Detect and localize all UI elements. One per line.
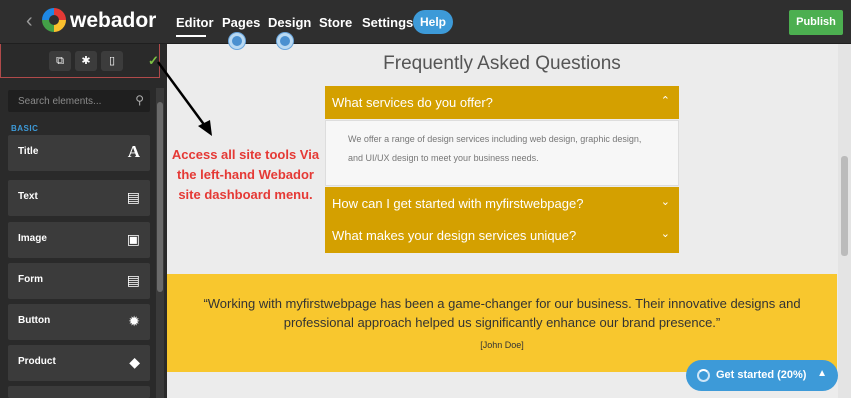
- brand-name: webador: [70, 9, 157, 32]
- arrow-annotation: [156, 61, 212, 136]
- element-image[interactable]: Image ▣: [8, 222, 150, 258]
- nav-editor[interactable]: Editor: [176, 15, 214, 31]
- section-label-basic: BASIC: [11, 124, 39, 133]
- element-next[interactable]: [8, 386, 150, 398]
- element-label: Form: [18, 274, 43, 285]
- get-started-button[interactable]: Get started (20%) ▲: [686, 360, 838, 391]
- chevron-left-icon[interactable]: ‹: [26, 9, 33, 33]
- element-label: Product: [18, 356, 56, 367]
- editor-window: ‹ webador Editor Pages Design Store Sett…: [0, 0, 851, 398]
- webador-logo: [42, 8, 66, 32]
- element-title[interactable]: Title A: [8, 135, 150, 171]
- element-label: Title: [18, 146, 39, 157]
- annotation-text: Access all site tools Via the left-hand …: [171, 147, 320, 202]
- element-label: Button: [18, 315, 51, 326]
- element-label: Text: [18, 191, 38, 202]
- button-icon: ✹: [128, 313, 140, 329]
- search-elements: ⚲: [8, 90, 150, 112]
- element-text[interactable]: Text ▤: [8, 180, 150, 216]
- tag-icon: ◆: [129, 354, 140, 370]
- image-icon: ▣: [126, 231, 140, 247]
- elements-sidebar: ⧉ ✱ ▯ ✓ ⚲ BASIC Title A Text ▤ Image ▣ F…: [0, 44, 167, 398]
- canvas-scrollbar[interactable]: [838, 44, 851, 398]
- element-product[interactable]: Product ◆: [8, 345, 150, 381]
- faq-question: What services do you offer?: [332, 95, 493, 110]
- element-form[interactable]: Form ▤: [8, 263, 150, 299]
- form-icon: ▤: [126, 272, 140, 288]
- element-button[interactable]: Button ✹: [8, 304, 150, 340]
- faq-item-1[interactable]: What services do you offer? ⌃: [325, 86, 679, 119]
- testimonial-section: “Working with myfirstwebpage has been a …: [167, 274, 837, 372]
- faq-question: What makes your design services unique?: [332, 228, 577, 243]
- caret-up-icon: ▲: [817, 368, 827, 379]
- chevron-down-icon: ⌄: [660, 228, 670, 240]
- faq-item-2[interactable]: How can I get started with myfirstwebpag…: [325, 187, 679, 219]
- faq-question: How can I get started with myfirstwebpag…: [332, 196, 584, 211]
- page-canvas: Frequently Asked Questions What services…: [167, 44, 837, 398]
- search-input[interactable]: [8, 90, 128, 112]
- element-label: Image: [18, 233, 47, 244]
- page-title: Frequently Asked Questions: [383, 53, 621, 74]
- get-started-label: Get started (20%): [716, 369, 807, 381]
- chevron-up-icon: ⌃: [660, 95, 670, 107]
- nav-settings[interactable]: Settings: [362, 15, 413, 31]
- nav-design[interactable]: Design: [268, 15, 311, 31]
- top-bar: ‹ webador Editor Pages Design Store Sett…: [0, 0, 851, 44]
- faq-item-3[interactable]: What makes your design services unique? …: [325, 219, 679, 253]
- testimonial-quote: “Working with myfirstwebpage has been a …: [203, 296, 801, 330]
- mobile-icon[interactable]: ▯: [101, 51, 123, 71]
- publish-button[interactable]: Publish: [789, 10, 843, 35]
- scroll-thumb[interactable]: [841, 156, 848, 256]
- nav-store[interactable]: Store: [319, 15, 352, 31]
- help-button[interactable]: Help: [413, 10, 453, 34]
- gear-icon[interactable]: ✱: [75, 51, 97, 71]
- faq-answer: We offer a range of design services incl…: [325, 120, 679, 186]
- title-icon: A: [127, 142, 140, 161]
- external-link-icon[interactable]: ⧉: [49, 51, 71, 71]
- text-icon: ▤: [126, 189, 140, 205]
- search-icon[interactable]: ⚲: [135, 93, 144, 107]
- nav-pages[interactable]: Pages: [222, 15, 260, 31]
- progress-spinner-icon: [697, 369, 710, 382]
- sidebar-toolbar: ⧉ ✱ ▯ ✓: [0, 44, 160, 78]
- pin-marker: [277, 33, 293, 49]
- testimonial-author: [John Doe]: [480, 340, 524, 350]
- pin-marker: [229, 33, 245, 49]
- nav-active-indicator: [176, 35, 206, 37]
- chevron-down-icon: ⌄: [660, 196, 670, 208]
